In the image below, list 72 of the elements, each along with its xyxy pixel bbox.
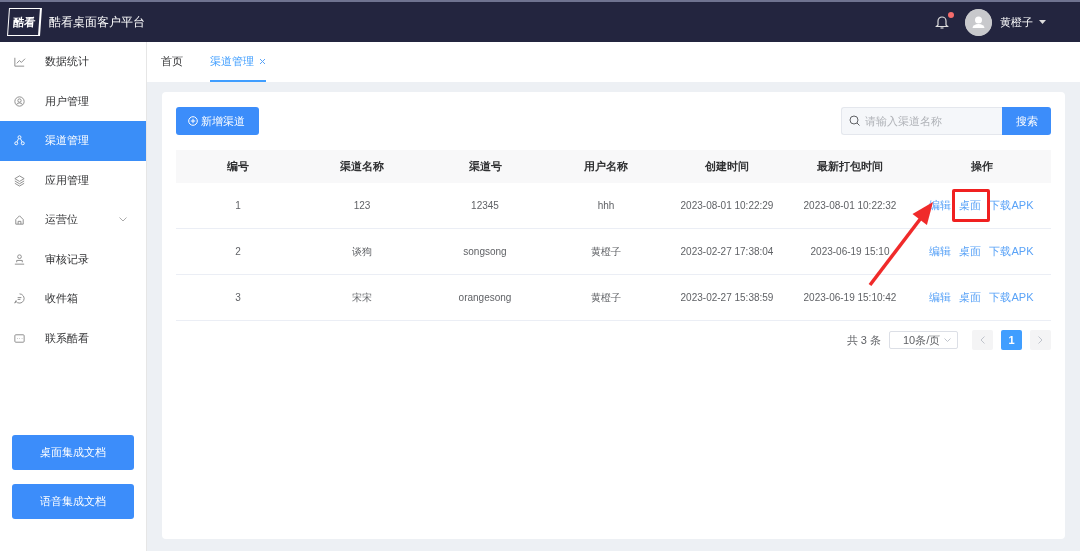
page-tab[interactable]: 渠道管理 [210, 42, 266, 82]
column-header: 用户名称 [583, 159, 629, 174]
table-cell-text: 2023-08-01 10:22:32 [802, 200, 898, 211]
action-link[interactable]: 编辑 [929, 290, 952, 305]
logo: 酷看 [7, 8, 42, 36]
chevron-down-icon[interactable] [119, 217, 127, 223]
total-count: 共 3 条 [846, 332, 881, 348]
add-channel-button[interactable]: 新增渠道 [176, 107, 259, 135]
table-cell-text: 2023-06-19 15:10 [809, 246, 891, 257]
table-cell-text: hhh [596, 200, 616, 211]
docs-button[interactable]: 语音集成文档 [12, 484, 134, 519]
sidebar-item[interactable]: 收件箱 [0, 279, 146, 319]
action-link[interactable]: 编辑 [929, 244, 952, 259]
close-icon[interactable] [259, 58, 266, 65]
table-cell-text: 123 [352, 200, 372, 211]
page-number[interactable]: 1 [1001, 330, 1022, 350]
menu-item-icon [13, 331, 26, 345]
table-cell-text: 黄橙子 [590, 290, 622, 305]
chevron-right-icon [1038, 336, 1043, 344]
column-header: 渠道名称 [339, 159, 385, 174]
table-cell-text: 2023-06-19 15:10:42 [802, 292, 898, 303]
menu-item-icon [13, 55, 26, 69]
column-header: 操作 [969, 159, 994, 174]
column-header: 创建时间 [704, 159, 750, 174]
menu-item-icon [13, 292, 26, 306]
sidebar-item[interactable]: 用户管理 [0, 81, 146, 121]
action-link[interactable]: 桌面 [959, 290, 982, 305]
action-link[interactable]: 下载APK [989, 244, 1034, 259]
bell-icon[interactable] [935, 14, 949, 30]
table-cell-text: 12345 [470, 200, 500, 211]
action-link[interactable]: 桌面 [959, 244, 982, 259]
action-link[interactable]: 桌面 [959, 199, 982, 211]
sidebar-item[interactable]: 联系酷看 [0, 318, 146, 358]
sidebar-item[interactable]: 审核记录 [0, 239, 146, 279]
search-field[interactable]: 请输入渠道名称 [841, 107, 1002, 135]
menu-item-icon [13, 173, 26, 187]
sidebar-item[interactable]: 运营位 [0, 200, 146, 240]
user-name[interactable]: 黄橙子 [1000, 14, 1033, 30]
chevron-left-icon [980, 336, 985, 344]
table-cell-text: 黄橙子 [590, 244, 622, 259]
table-cell-text: 谈狗 [351, 244, 373, 259]
app-title: 酷看桌面客户平台 [49, 13, 145, 31]
menu-item-icon [13, 213, 26, 227]
sidebar-item[interactable]: 渠道管理 [0, 121, 146, 161]
docs-button[interactable]: 桌面集成文档 [12, 435, 134, 470]
action-link[interactable]: 下载APK [989, 290, 1034, 305]
menu-item-icon [13, 134, 26, 148]
page-tab[interactable]: 首页 [161, 42, 183, 82]
search-icon [849, 115, 860, 126]
table-cell-text: 宋宋 [351, 290, 373, 305]
table-cell-text: 1 [234, 200, 242, 211]
menu-item-icon [13, 252, 26, 266]
sidebar-item[interactable]: 应用管理 [0, 160, 146, 200]
table-cell-text: 2023-08-01 10:22:29 [679, 200, 775, 211]
menu-item-icon [13, 94, 26, 108]
table-cell-text: 3 [234, 292, 242, 303]
table-cell-text: 2 [234, 246, 242, 257]
column-header: 编号 [226, 159, 250, 174]
column-header: 最新打包时间 [816, 159, 884, 174]
avatar-icon[interactable] [965, 8, 992, 36]
plus-circle-icon [188, 116, 198, 126]
table-cell-text: songsong [462, 246, 508, 257]
action-link[interactable]: 下载APK [989, 198, 1034, 213]
caret-icon[interactable] [1039, 20, 1046, 24]
table-cell-text: 2023-02-27 17:38:04 [679, 246, 775, 257]
column-header: 渠道号 [467, 159, 503, 174]
table-cell-text: 2023-02-27 15:38:59 [679, 292, 775, 303]
table-cell-text: orangesong [457, 292, 513, 303]
chevron-down-icon [944, 338, 951, 342]
page-size-select[interactable]: 10条/页 [889, 331, 958, 349]
sidebar-item[interactable]: 数据统计 [0, 42, 146, 82]
search-button[interactable]: 搜索 [1002, 107, 1051, 135]
